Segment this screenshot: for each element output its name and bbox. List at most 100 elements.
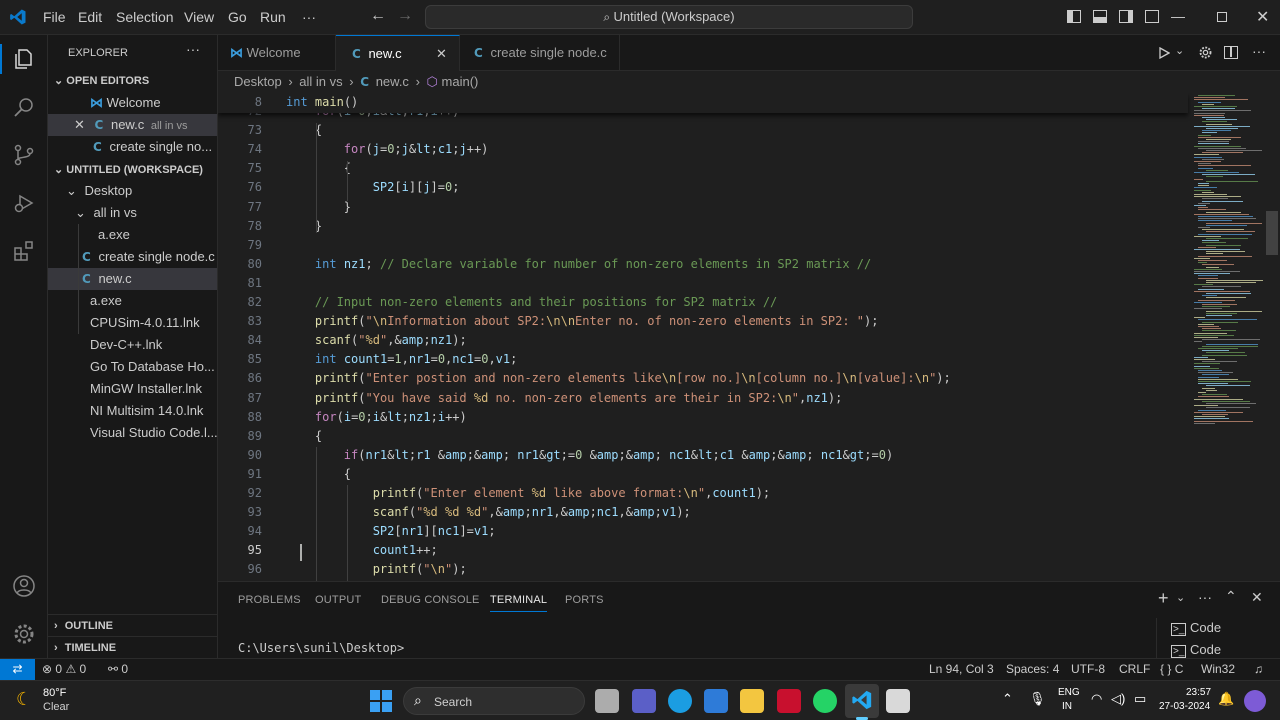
close-window-icon[interactable]: ✕ (1256, 7, 1269, 27)
tree-file-goto-database[interactable]: Go To Database Ho... (48, 356, 217, 378)
file-explorer-icon[interactable] (740, 689, 764, 713)
ports-status[interactable]: ⚯ 0 (108, 659, 128, 680)
breadcrumb-new-c[interactable]: new.c (376, 74, 409, 89)
code-line[interactable]: if(nr1&lt;r1 &amp;&amp; nr1&gt;=0 &amp;&… (286, 448, 893, 462)
code-line[interactable]: printf("Enter postion and non-zero eleme… (286, 371, 951, 385)
menu-file[interactable]: File (43, 9, 66, 25)
run-play-icon[interactable] (1158, 47, 1170, 59)
open-editor-new-c[interactable]: ✕ C new.c all in vs (48, 114, 217, 136)
chevron-down-icon[interactable]: ⌄ (1175, 44, 1184, 57)
code-line[interactable]: for(i=0;i&lt;nz1;i++) (286, 410, 467, 424)
toggle-panel-icon[interactable] (1093, 10, 1107, 23)
source-control-icon[interactable] (12, 143, 36, 167)
whatsapp-icon[interactable] (813, 689, 837, 713)
tree-file-devcpp[interactable]: Dev-C++.lnk (48, 334, 217, 356)
tab-welcome[interactable]: ⋈ Welcome (218, 35, 336, 71)
mcafee-icon[interactable] (777, 689, 801, 713)
panel-tab-problems[interactable]: PROBLEMS (238, 594, 301, 606)
sticky-scroll-header[interactable]: 8 int main() (218, 93, 1188, 113)
outline-section[interactable]: › OUTLINE (48, 614, 217, 636)
wifi-icon[interactable]: ◠ (1091, 691, 1102, 707)
code-line[interactable]: // Input non-zero elements and their pos… (286, 295, 777, 309)
code-line[interactable]: printf("You have said %d no. non-zero el… (286, 391, 842, 405)
restore-icon[interactable] (1217, 12, 1227, 22)
clock-date[interactable]: 27-03-2024 (1159, 701, 1210, 712)
menu-go[interactable]: Go (228, 9, 247, 25)
tree-file-vscode-lnk[interactable]: Visual Studio Code.l... (48, 422, 217, 444)
panel-tab-ports[interactable]: PORTS (565, 594, 604, 606)
panel-tab-debug-console[interactable]: DEBUG CONSOLE (381, 594, 480, 606)
problems-status[interactable]: ⊗ 0 ⚠ 0 (42, 659, 86, 680)
more-actions-icon[interactable]: ··· (1252, 43, 1266, 59)
copilot-icon[interactable] (1244, 690, 1266, 712)
weather-temp[interactable]: 80°F (43, 687, 66, 699)
chevron-up-icon[interactable]: ⌃ (1002, 691, 1013, 707)
close-tab-icon[interactable]: ✕ (436, 36, 447, 72)
account-icon[interactable] (12, 574, 36, 598)
terminal-prompt[interactable]: C:\Users\sunil\Desktop> (238, 641, 404, 655)
remote-indicator-icon[interactable]: ⇄ (0, 659, 35, 681)
language-top[interactable]: ENG (1058, 687, 1080, 698)
code-line[interactable]: count1++; (286, 543, 438, 557)
panel-tab-terminal[interactable]: TERMINAL (490, 594, 548, 612)
indentation[interactable]: Spaces: 4 (1006, 659, 1059, 680)
terminal-item[interactable]: >_ Code (1171, 620, 1221, 636)
volume-icon[interactable]: ◁) (1111, 691, 1125, 707)
open-editor-welcome[interactable]: ⋈ Welcome (48, 92, 217, 114)
code-line[interactable]: { (286, 467, 351, 481)
line-endings[interactable]: CRLF (1119, 659, 1150, 680)
code-line[interactable]: int count1=1,nr1=0,nc1=0,v1; (286, 352, 517, 366)
chevron-down-icon[interactable]: ⌄ (1176, 591, 1185, 604)
tree-file-mingw[interactable]: MinGW Installer.lnk (48, 378, 217, 400)
code-line[interactable]: SP2[nr1][nc1]=v1; (286, 524, 496, 538)
open-editor-create-single-node[interactable]: C create single no... (48, 136, 217, 158)
weather-desc[interactable]: Clear (43, 701, 69, 713)
tab-new-c[interactable]: C new.c ✕ (336, 35, 460, 71)
code-line[interactable]: printf("\nInformation about SP2:\n\nEnte… (286, 314, 879, 328)
minimap[interactable] (1190, 93, 1270, 581)
code-line[interactable]: { (286, 429, 322, 443)
taskbar-search-box[interactable]: ⌕ Search (403, 687, 585, 715)
explorer-files-icon[interactable] (12, 47, 36, 71)
vscode-taskbar-icon[interactable] (851, 689, 873, 711)
code-line[interactable]: { (286, 161, 351, 175)
menu-view[interactable]: View (184, 9, 214, 25)
panel-tab-output[interactable]: OUTPUT (315, 594, 361, 606)
windows-start-icon[interactable] (370, 690, 392, 712)
code-line[interactable]: scanf("%d",&amp;nz1); (286, 333, 467, 347)
tree-file-new-c[interactable]: C new.c (48, 268, 217, 290)
maximize-panel-icon[interactable]: ⌃ (1225, 588, 1237, 605)
new-terminal-plus-icon[interactable]: + (1158, 588, 1169, 609)
code-editor[interactable]: 8 int main() 72 for(i=0;i&lt;r1;i++)73 {… (218, 93, 1280, 581)
back-arrow-icon[interactable]: ← (370, 7, 386, 25)
command-center-search[interactable]: ⌕ Untitled (Workspace) (425, 5, 913, 29)
menu-run[interactable]: Run (260, 9, 286, 25)
edge-browser-icon[interactable] (668, 689, 692, 713)
cursor-position[interactable]: Ln 94, Col 3 (929, 659, 994, 680)
breadcrumb-all-in-vs[interactable]: all in vs (299, 74, 342, 89)
settings-gear-icon[interactable] (12, 622, 36, 646)
snipping-tool-icon[interactable] (886, 689, 910, 713)
tree-file-cpusim[interactable]: CPUSim-4.0.11.lnk (48, 312, 217, 334)
close-icon[interactable]: ✕ (74, 117, 85, 132)
notifications-bell-icon[interactable]: ♫ (1254, 659, 1263, 680)
task-view-icon[interactable] (595, 689, 619, 713)
minimize-icon[interactable]: — (1171, 8, 1185, 24)
gear-icon[interactable] (1198, 45, 1213, 60)
platform[interactable]: Win32 (1201, 659, 1235, 680)
clock-time[interactable]: 23:57 (1186, 687, 1211, 698)
close-panel-icon[interactable]: ✕ (1251, 589, 1263, 606)
tree-folder-desktop[interactable]: ⌄ Desktop (48, 180, 217, 202)
menu-edit[interactable]: Edit (78, 9, 102, 25)
forward-arrow-icon[interactable]: → (397, 7, 413, 25)
customize-layout-icon[interactable] (1145, 10, 1159, 23)
run-debug-icon[interactable] (12, 191, 36, 215)
code-line[interactable]: } (286, 200, 351, 214)
extensions-icon[interactable] (12, 239, 36, 263)
notification-bell-icon[interactable]: 🔔 (1218, 691, 1234, 707)
timeline-section[interactable]: › TIMELINE (48, 636, 217, 658)
code-line[interactable]: int nz1; // Declare variable for number … (286, 257, 871, 271)
breadcrumb-desktop[interactable]: Desktop (234, 74, 282, 89)
menu-selection[interactable]: Selection (116, 9, 174, 25)
menu-more[interactable]: ··· (302, 9, 316, 25)
